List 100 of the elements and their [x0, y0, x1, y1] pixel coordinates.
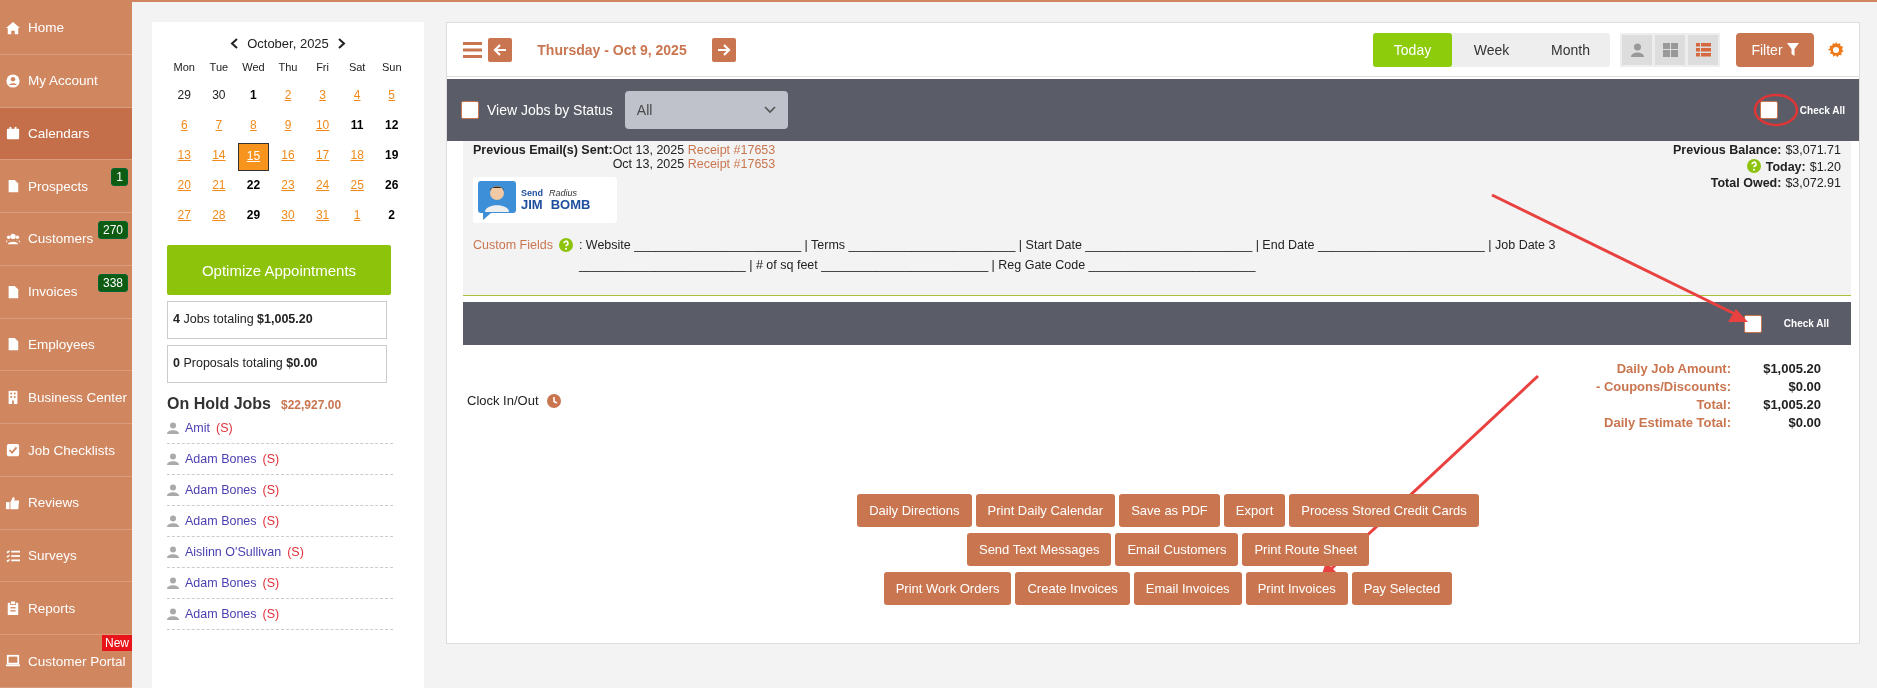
- calendar-day[interactable]: 27: [169, 203, 200, 233]
- calendar-day[interactable]: 5: [376, 83, 407, 113]
- checkbox[interactable]: [1743, 314, 1762, 333]
- next-day-button[interactable]: [712, 37, 736, 62]
- calendar-day[interactable]: 24: [307, 173, 338, 203]
- action-button[interactable]: Create Invoices: [1015, 572, 1130, 605]
- calendar-icon: [6, 126, 20, 141]
- checkbox-label: View Jobs by Status: [487, 102, 613, 118]
- calendar-day[interactable]: 10: [307, 113, 338, 143]
- sidebar-item[interactable]: 270 Customers: [0, 213, 132, 266]
- person-icon: [167, 546, 179, 558]
- calendar-day[interactable]: 2: [272, 83, 304, 113]
- calendar-day[interactable]: 15: [238, 143, 269, 171]
- action-button[interactable]: Daily Directions: [857, 494, 972, 527]
- calendar-day[interactable]: 31: [307, 203, 338, 233]
- customer-link[interactable]: Adam Bones: [185, 483, 257, 497]
- calendar-day[interactable]: 30: [272, 203, 304, 233]
- document-icon: [6, 284, 20, 299]
- sidebar-item[interactable]: 338 Invoices: [0, 265, 132, 319]
- checkbox[interactable]: [461, 101, 479, 119]
- sidebar-item[interactable]: Job Checklists: [0, 424, 132, 477]
- action-button[interactable]: Save as PDF: [1119, 494, 1220, 527]
- layout-button[interactable]: [1622, 34, 1652, 65]
- total-value: $1,005.20: [1762, 361, 1821, 376]
- filter-button[interactable]: Filter: [1736, 32, 1814, 67]
- view-tab[interactable]: Week: [1452, 32, 1531, 67]
- calendar-day[interactable]: 14: [203, 143, 235, 173]
- calendar-day[interactable]: 9: [272, 113, 304, 143]
- customer-link[interactable]: Adam Bones: [185, 514, 257, 528]
- action-button[interactable]: Send Text Messages: [966, 533, 1112, 566]
- person-icon: [167, 453, 179, 465]
- previous-day-button[interactable]: [488, 37, 512, 62]
- menu-icon[interactable]: [463, 41, 482, 58]
- new-badge: New: [102, 635, 132, 652]
- action-button[interactable]: Process Stored Credit Cards: [1289, 494, 1479, 527]
- customer-link[interactable]: Aislinn O'Sullivan: [185, 545, 282, 559]
- customer-link[interactable]: Adam Bones: [185, 452, 257, 466]
- weekday-label: Tue: [208, 61, 230, 75]
- customer-link[interactable]: Adam Bones: [185, 607, 257, 621]
- clock-icon[interactable]: [546, 393, 561, 408]
- calendar-day[interactable]: 1: [341, 203, 373, 233]
- action-button[interactable]: Print Daily Calendar: [975, 494, 1116, 527]
- checkbox[interactable]: [1759, 101, 1778, 119]
- status-tag: (S): [287, 545, 304, 559]
- layout-button[interactable]: [1655, 34, 1685, 65]
- calendar-day[interactable]: 18: [341, 143, 373, 173]
- calendar-day[interactable]: 16: [272, 143, 304, 173]
- person-icon: [167, 422, 179, 434]
- logo-text: JIM: [521, 198, 543, 211]
- calendar-day[interactable]: 17: [307, 143, 338, 173]
- sidebar-item[interactable]: Calendars: [0, 107, 132, 161]
- month-title: October, 2025: [247, 36, 329, 51]
- settings-icon[interactable]: [1827, 40, 1845, 59]
- sidebar-item[interactable]: Surveys: [0, 529, 132, 583]
- sidebar-item[interactable]: New Customer Portal: [0, 635, 132, 688]
- check-all-label: Check All: [1799, 104, 1845, 116]
- chevron-left-icon[interactable]: [230, 38, 240, 49]
- calendar-day[interactable]: 8: [238, 113, 269, 143]
- sidebar-item[interactable]: Home: [0, 2, 132, 55]
- sidebar-item[interactable]: My Account: [0, 54, 132, 108]
- action-button[interactable]: Export: [1223, 494, 1286, 527]
- calendar-day[interactable]: 7: [203, 113, 235, 143]
- optimize-button[interactable]: Optimize Appointments: [167, 245, 391, 295]
- calendar-day[interactable]: 4: [341, 83, 373, 113]
- chevron-right-icon[interactable]: [336, 38, 346, 49]
- customer-link[interactable]: Adam Bones: [185, 576, 257, 590]
- arrow-left-icon: [493, 42, 507, 57]
- status-tag: (S): [262, 576, 280, 590]
- help-icon: [558, 238, 573, 252]
- view-tab[interactable]: Month: [1531, 32, 1610, 67]
- calendar-day[interactable]: 21: [203, 173, 235, 203]
- sidebar-item[interactable]: Reports: [0, 582, 132, 636]
- sidebar-item[interactable]: 1 Prospects: [0, 160, 132, 214]
- total-value: $0.00: [1787, 379, 1821, 394]
- action-button[interactable]: Email Invoices: [1133, 572, 1242, 605]
- home-icon: [6, 20, 20, 35]
- status-tag: (S): [262, 607, 280, 621]
- calendar-day[interactable]: 28: [203, 203, 235, 233]
- layout-button[interactable]: [1688, 34, 1718, 65]
- calendar-day[interactable]: 3: [307, 83, 338, 113]
- sidebar-item[interactable]: Reviews: [0, 476, 132, 530]
- calendar-day[interactable]: 6: [169, 113, 200, 143]
- calendar-day[interactable]: 23: [272, 173, 304, 203]
- total-amount: $22,927.00: [281, 398, 342, 412]
- action-button[interactable]: Print Work Orders: [883, 572, 1012, 605]
- summary-box: 0 Proposals totaling $0.00: [167, 345, 387, 383]
- action-button[interactable]: Email Customers: [1115, 533, 1239, 566]
- action-button[interactable]: Print Invoices: [1245, 572, 1348, 605]
- view-tab[interactable]: Today: [1373, 32, 1452, 67]
- weekday-label: Sun: [380, 61, 403, 75]
- calendar-day[interactable]: 25: [341, 173, 373, 203]
- sidebar-item[interactable]: Employees: [0, 318, 132, 372]
- calendar-day[interactable]: 20: [169, 173, 200, 203]
- sidebar-item[interactable]: Business Center: [0, 371, 132, 425]
- weekday-label: Sat: [347, 61, 367, 75]
- action-button[interactable]: Print Route Sheet: [1242, 533, 1369, 566]
- total-label: Total:: [1695, 397, 1731, 412]
- action-button[interactable]: Pay Selected: [1351, 572, 1453, 605]
- calendar-day[interactable]: 13: [169, 143, 200, 173]
- customer-link[interactable]: Amit: [185, 421, 210, 435]
